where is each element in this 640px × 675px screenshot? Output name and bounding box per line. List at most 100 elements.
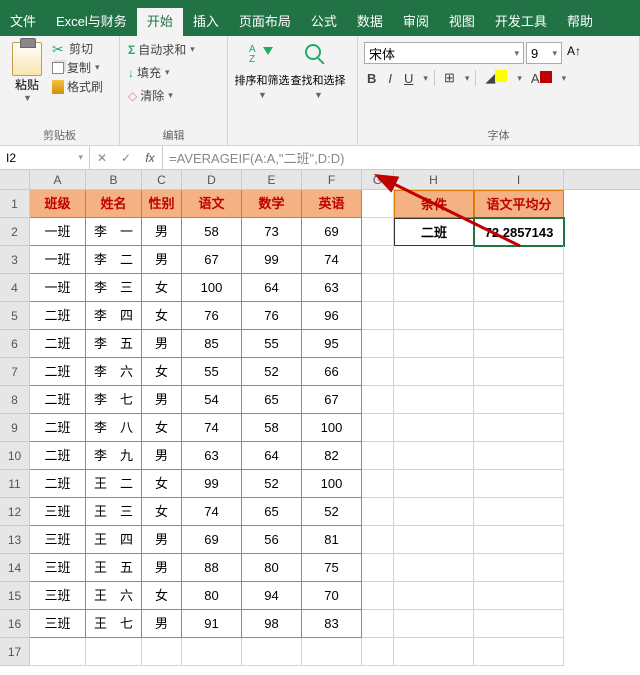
col-header[interactable]: G [362, 170, 394, 189]
cell[interactable] [394, 638, 474, 666]
tab-home[interactable]: 开始 [137, 8, 183, 36]
cell[interactable]: 二班 [30, 358, 86, 386]
cell[interactable] [474, 498, 564, 526]
tab-dev[interactable]: 开发工具 [485, 8, 557, 36]
cell[interactable]: 男 [142, 442, 182, 470]
fill-color-button[interactable]: ◢ [482, 68, 510, 88]
cell[interactable]: 69 [302, 218, 362, 246]
cell[interactable]: 65 [242, 498, 302, 526]
cell[interactable] [362, 414, 394, 442]
cell[interactable]: 67 [302, 386, 362, 414]
sort-filter-button[interactable]: 排序和筛选 ▼ [234, 40, 290, 100]
cell[interactable]: 语文 [182, 190, 242, 218]
cell[interactable] [474, 610, 564, 638]
cell[interactable]: 52 [242, 358, 302, 386]
cell[interactable]: 52 [242, 470, 302, 498]
cell[interactable]: 男 [142, 610, 182, 638]
cell[interactable]: 李 七 [86, 386, 142, 414]
cell[interactable] [362, 470, 394, 498]
cell[interactable] [302, 638, 362, 666]
tab-view[interactable]: 视图 [439, 8, 485, 36]
row-header[interactable]: 4 [0, 274, 30, 302]
bold-button[interactable]: B [364, 69, 379, 88]
cell[interactable]: 二班 [30, 330, 86, 358]
find-select-button[interactable]: 查找和选择 ▼ [290, 40, 346, 100]
cell[interactable]: 100 [302, 414, 362, 442]
cell[interactable] [394, 386, 474, 414]
tab-data[interactable]: 数据 [347, 8, 393, 36]
cell[interactable]: 56 [242, 526, 302, 554]
cell[interactable]: 98 [242, 610, 302, 638]
cell[interactable]: 王 三 [86, 498, 142, 526]
cell[interactable] [474, 442, 564, 470]
fill-button[interactable]: ↓填充▾ [126, 63, 221, 82]
cell[interactable]: 52 [302, 498, 362, 526]
cell[interactable] [362, 638, 394, 666]
cell[interactable] [362, 302, 394, 330]
cell[interactable]: 三班 [30, 526, 86, 554]
cancel-formula-button[interactable]: ✕ [90, 151, 114, 165]
cell[interactable]: 88 [182, 554, 242, 582]
cell[interactable] [474, 470, 564, 498]
cell[interactable] [474, 526, 564, 554]
row-header[interactable]: 12 [0, 498, 30, 526]
cell[interactable] [142, 638, 182, 666]
row-header[interactable]: 1 [0, 190, 30, 218]
cell[interactable]: 76 [182, 302, 242, 330]
name-box[interactable]: I2▾ [0, 146, 90, 169]
cell[interactable]: 一班 [30, 274, 86, 302]
cell[interactable] [474, 414, 564, 442]
cell[interactable]: 58 [182, 218, 242, 246]
cell[interactable]: 99 [242, 246, 302, 274]
cell[interactable]: 李 八 [86, 414, 142, 442]
cell[interactable]: 100 [302, 470, 362, 498]
cell[interactable] [474, 246, 564, 274]
cell[interactable] [394, 442, 474, 470]
cell[interactable] [474, 386, 564, 414]
cell[interactable]: 95 [302, 330, 362, 358]
row-header[interactable]: 5 [0, 302, 30, 330]
cell[interactable]: 女 [142, 498, 182, 526]
cell[interactable]: 74 [182, 498, 242, 526]
cell[interactable]: 条件 [394, 190, 474, 218]
cell[interactable]: 姓名 [86, 190, 142, 218]
cell[interactable]: 64 [242, 442, 302, 470]
cell[interactable]: 二班 [394, 218, 474, 246]
cell[interactable]: 81 [302, 526, 362, 554]
row-header[interactable]: 6 [0, 330, 30, 358]
row-header[interactable]: 3 [0, 246, 30, 274]
cell[interactable]: 语文平均分 [474, 190, 564, 218]
cell[interactable]: 100 [182, 274, 242, 302]
cell[interactable]: 67 [182, 246, 242, 274]
cell[interactable]: 二班 [30, 302, 86, 330]
tab-custom[interactable]: Excel与财务 [46, 8, 137, 36]
cell[interactable]: 三班 [30, 498, 86, 526]
format-painter-button[interactable]: 格式刷 [52, 78, 103, 95]
cell[interactable] [362, 610, 394, 638]
cell[interactable]: 英语 [302, 190, 362, 218]
accept-formula-button[interactable]: ✓ [114, 151, 138, 165]
tab-layout[interactable]: 页面布局 [229, 8, 301, 36]
cell[interactable]: 94 [242, 582, 302, 610]
tab-help[interactable]: 帮助 [557, 8, 603, 36]
cell[interactable]: 55 [242, 330, 302, 358]
active-cell[interactable]: 72.2857143 [474, 218, 564, 246]
autosum-button[interactable]: Σ自动求和▾ [126, 40, 221, 59]
tab-review[interactable]: 审阅 [393, 8, 439, 36]
cell[interactable] [394, 414, 474, 442]
cell[interactable] [242, 638, 302, 666]
cell[interactable]: 一班 [30, 218, 86, 246]
cell[interactable]: 91 [182, 610, 242, 638]
cell[interactable]: 王 七 [86, 610, 142, 638]
cell[interactable] [394, 330, 474, 358]
cell[interactable] [474, 302, 564, 330]
cell[interactable]: 二班 [30, 470, 86, 498]
copy-button[interactable]: 复制▾ [52, 59, 103, 76]
fx-button[interactable]: fx [138, 151, 162, 165]
cell[interactable]: 二班 [30, 414, 86, 442]
cell[interactable] [394, 498, 474, 526]
cell[interactable] [394, 526, 474, 554]
cell[interactable]: 女 [142, 414, 182, 442]
cell[interactable] [362, 386, 394, 414]
cell[interactable]: 王 六 [86, 582, 142, 610]
